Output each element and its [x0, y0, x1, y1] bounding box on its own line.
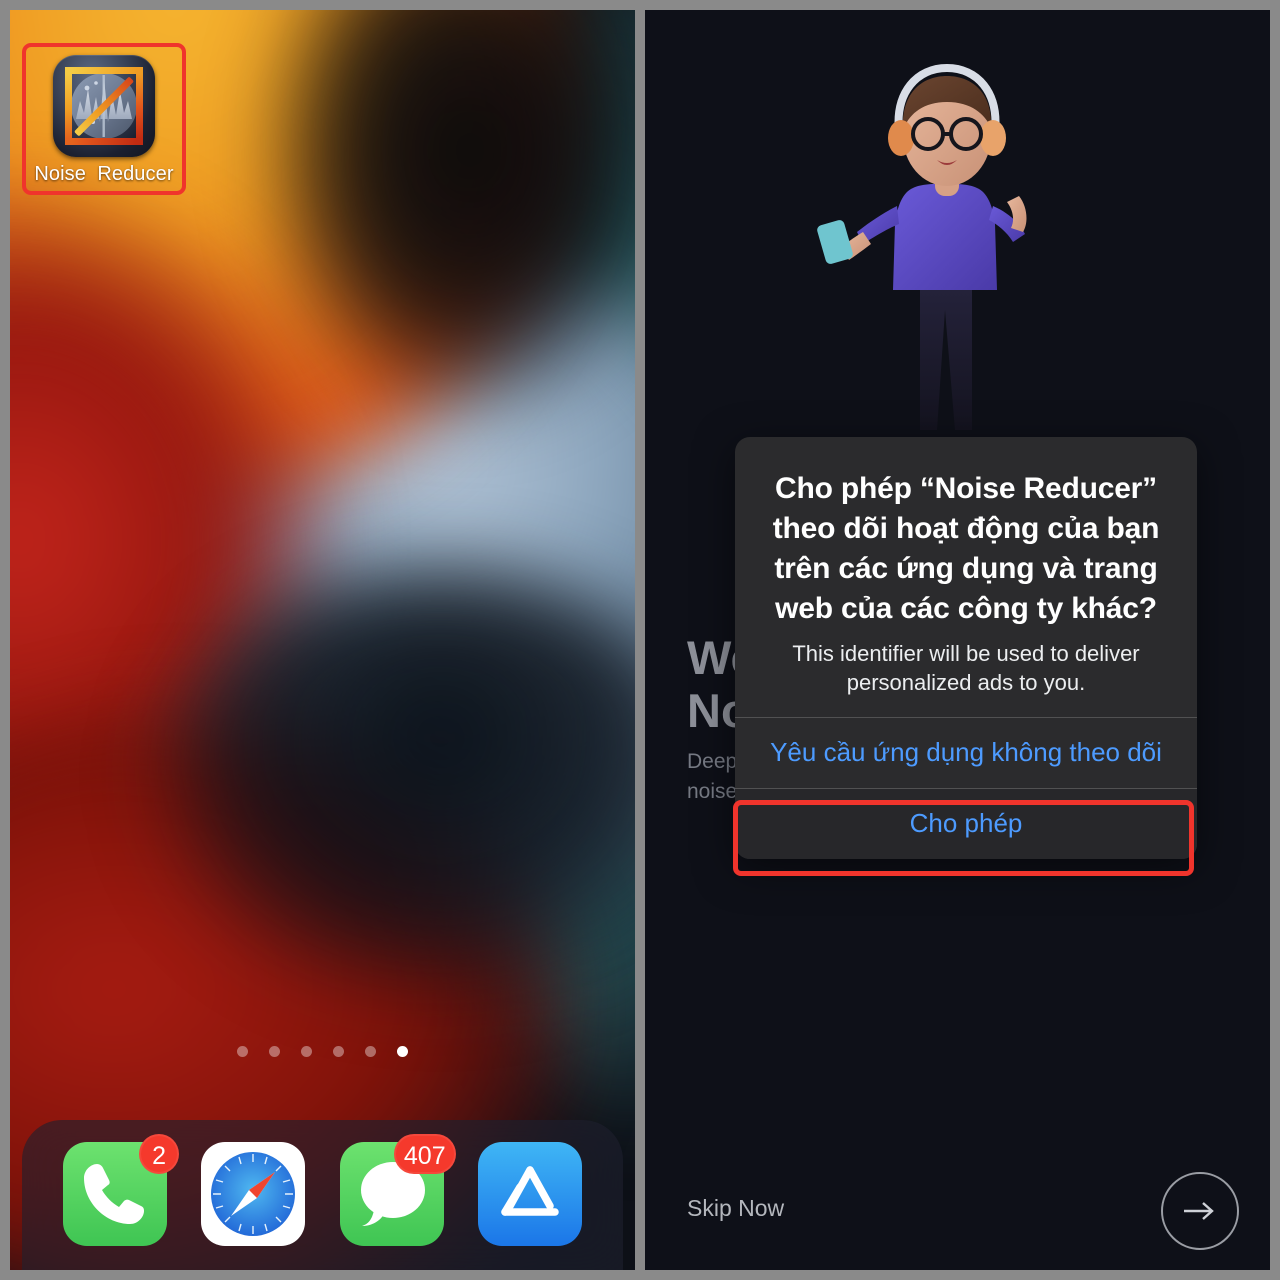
- page-dot-2[interactable]: [269, 1046, 280, 1057]
- screenshot-stage: Noise Reducer 2 407 We No Deep noise Ski…: [0, 0, 1280, 1280]
- page-indicator-dots[interactable]: [10, 1046, 635, 1057]
- page-dot-6-active[interactable]: [397, 1046, 408, 1057]
- person-with-headphones-holding-phone-illustration: [817, 63, 1027, 430]
- app-icon-highlight-box: [22, 43, 186, 195]
- dock-app-safari[interactable]: [201, 1142, 306, 1246]
- dock-app-app-store[interactable]: [477, 1142, 582, 1246]
- app-onboarding-panel: We No Deep nted noise Skip Now Cho phép …: [645, 10, 1270, 1270]
- att-dialog-title: Cho phép “Noise Reducer” theo dõi hoạt đ…: [772, 472, 1160, 625]
- att-allow-highlight-box: [733, 800, 1194, 876]
- next-button[interactable]: [1161, 1172, 1239, 1250]
- messages-badge: 407: [393, 1134, 456, 1174]
- app-store-icon: [477, 1142, 582, 1246]
- page-dot-4[interactable]: [333, 1046, 344, 1057]
- att-dialog-subtitle: This identifier will be used to deliver …: [792, 640, 1140, 695]
- safari-compass-glyph: [211, 1152, 296, 1236]
- onboarding-illustration: [645, 10, 1270, 470]
- home-screen-panel: Noise Reducer 2 407: [10, 10, 635, 1270]
- wallpaper: [10, 10, 635, 1270]
- phone-badge: 2: [139, 1134, 180, 1174]
- app-store-glyph: [501, 1166, 559, 1216]
- page-dot-1[interactable]: [237, 1046, 248, 1057]
- skip-now-button[interactable]: Skip Now: [687, 1195, 784, 1222]
- dock: 2 407: [22, 1120, 623, 1270]
- arrow-right-icon: [1184, 1202, 1214, 1220]
- page-dot-3[interactable]: [301, 1046, 312, 1057]
- att-ask-app-not-to-track-button[interactable]: Yêu cầu ứng dụng không theo dõi: [735, 717, 1197, 788]
- safari-compass-icon: [201, 1142, 306, 1246]
- dock-app-messages[interactable]: 407: [339, 1134, 456, 1246]
- page-dot-5[interactable]: [365, 1046, 376, 1057]
- att-tracking-dialog: Cho phép “Noise Reducer” theo dõi hoạt đ…: [735, 437, 1197, 859]
- att-dialog-body: Cho phép “Noise Reducer” theo dõi hoạt đ…: [735, 437, 1197, 717]
- dock-app-phone[interactable]: 2: [63, 1134, 180, 1246]
